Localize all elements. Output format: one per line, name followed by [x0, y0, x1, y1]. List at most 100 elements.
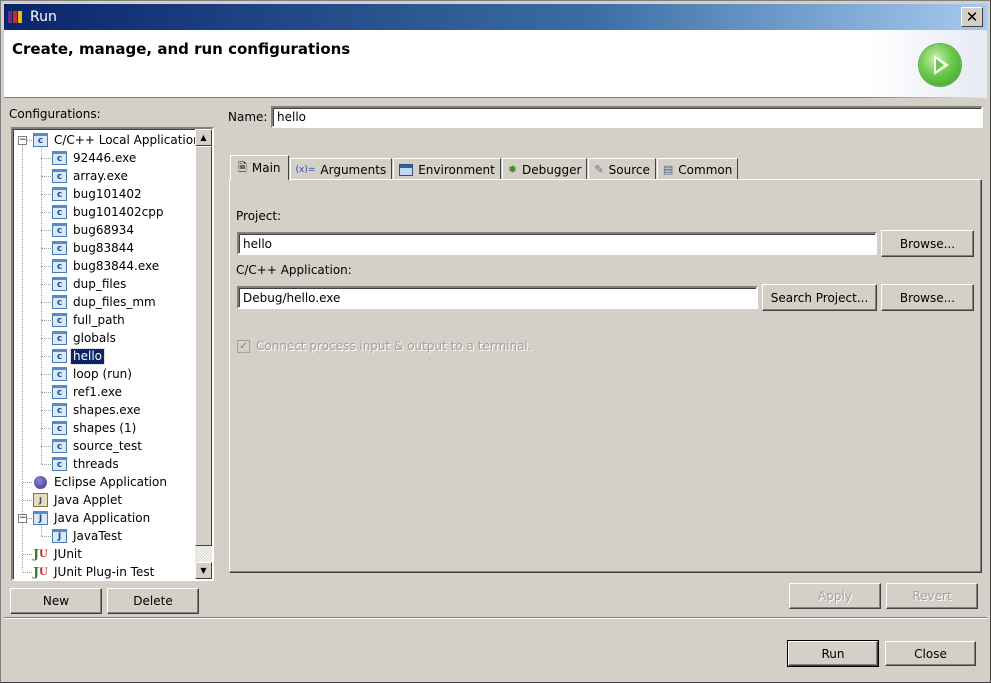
tree-item[interactable]: c source_test [52, 437, 144, 455]
tab-arguments[interactable]: (x)= Arguments [289, 158, 393, 180]
footer-separator [4, 617, 987, 619]
tree-item[interactable]: c bug101402cpp [52, 203, 165, 221]
tree-item-label: loop (run) [73, 366, 132, 381]
tab-main[interactable]: 🗎 Main [230, 155, 289, 180]
tree-item[interactable]: c hello [52, 347, 105, 365]
c-config-icon: c [52, 385, 67, 399]
tree-category[interactable]: J Java Applet [33, 491, 124, 509]
tree-category[interactable]: J Java Application [33, 509, 152, 527]
scroll-up-button[interactable]: ▲ [195, 129, 212, 146]
tree-item-label: bug83844.exe [73, 258, 160, 273]
tree-item[interactable]: c dup_files [52, 275, 128, 293]
tree-item-label: bug101402 [73, 186, 142, 201]
tree-item[interactable]: c dup_files_mm [52, 293, 158, 311]
tree-item-label: bug83844 [73, 240, 135, 255]
tree-item-label: Java Application [54, 510, 151, 525]
tree-item-label: dup_files_mm [73, 294, 156, 309]
close-button[interactable]: Close [885, 641, 976, 666]
tree-item-label: array.exe [73, 168, 128, 183]
tree-item[interactable]: c shapes.exe [52, 401, 143, 419]
tree-item-label: hello [70, 347, 105, 365]
tree-item-label: Java Applet [54, 492, 123, 507]
collapse-toggle-icon[interactable]: − [18, 514, 27, 523]
c-config-icon: c [52, 223, 67, 237]
name-input[interactable]: hello [271, 106, 983, 128]
tree-item[interactable]: c globals [52, 329, 118, 347]
search-project-button[interactable]: Search Project... [762, 284, 877, 311]
java-app-icon: J [33, 511, 48, 525]
source-icon: ✎ [594, 163, 604, 176]
scroll-down-button[interactable]: ▼ [195, 562, 212, 579]
c-config-icon: c [52, 241, 67, 255]
tree-category[interactable]: J U JUnit Plug-in Test [33, 563, 156, 580]
arrow-down-icon: ▼ [200, 566, 207, 575]
collapse-toggle-icon[interactable]: − [18, 136, 27, 145]
tree-item[interactable]: c loop (run) [52, 365, 134, 383]
tree-item-label: ref1.exe [73, 384, 123, 399]
c-config-icon: c [52, 313, 67, 327]
project-input[interactable]: hello [237, 232, 877, 255]
tree-item-label: dup_files [73, 276, 127, 291]
application-browse-button[interactable]: Browse... [881, 284, 974, 311]
delete-button[interactable]: Delete [107, 588, 199, 614]
tree-category[interactable]: c C/C++ Local Application [33, 131, 203, 149]
c-config-icon: c [52, 367, 67, 381]
window-title: Run [30, 9, 57, 25]
tree-item-label: bug101402cpp [73, 204, 164, 219]
tree-item-label: bug68934 [73, 222, 135, 237]
title-bar[interactable]: Run ✕ [4, 4, 987, 30]
c-config-icon: c [52, 403, 67, 417]
tree-item-label: JavaTest [73, 528, 122, 543]
tree-item[interactable]: c shapes (1) [52, 419, 138, 437]
tree-item-label: JUnit Plug-in Test [54, 564, 155, 579]
page-icon: 🗎 [238, 160, 247, 174]
tree-item[interactable]: c full_path [52, 311, 127, 329]
java-config-icon: J [52, 529, 67, 543]
tab-debugger[interactable]: ✹ Debugger [501, 158, 588, 180]
tree-item[interactable]: c array.exe [52, 167, 130, 185]
run-button[interactable]: Run [787, 640, 879, 667]
c-config-icon: c [52, 205, 67, 219]
tree-scrollbar[interactable]: ▲ ▼ [195, 129, 212, 579]
project-label: Project: [236, 209, 282, 223]
tree-item[interactable]: c bug83844 [52, 239, 136, 257]
tree-item[interactable]: c bug68934 [52, 221, 136, 239]
configurations-label: Configurations: [9, 107, 101, 121]
tree-item[interactable]: c ref1.exe [52, 383, 124, 401]
arrow-up-icon: ▲ [200, 133, 207, 142]
tree-item[interactable]: c bug101402 [52, 185, 144, 203]
configurations-tree[interactable]: c C/C++ Local Application − c 92446.exe c arra… [11, 127, 214, 581]
tree-item[interactable]: c bug83844.exe [52, 257, 161, 275]
c-config-icon: c [52, 151, 67, 165]
application-input[interactable]: Debug/hello.exe [237, 286, 758, 309]
tree-item[interactable]: c threads [52, 455, 121, 473]
c-config-icon: c [52, 439, 67, 453]
new-button-label: New [42, 594, 70, 608]
close-icon: ✕ [965, 7, 979, 26]
close-window-button[interactable]: ✕ [961, 7, 983, 27]
tab-bar: 🗎 Main (x)= Arguments Environment ✹ Debu… [230, 155, 739, 180]
c-config-icon: c [52, 295, 67, 309]
tree-item[interactable]: J JavaTest [52, 527, 124, 545]
apply-button[interactable]: Apply [789, 583, 881, 609]
eclipse-window-icon [8, 9, 24, 25]
tab-common[interactable]: ▤ Common [656, 158, 739, 180]
revert-button[interactable]: Revert [886, 583, 978, 609]
tree-category[interactable]: Eclipse Application [33, 473, 169, 491]
tab-source[interactable]: ✎ Source [588, 158, 656, 180]
tree-item-label: shapes (1) [73, 420, 137, 435]
c-config-icon: c [52, 331, 67, 345]
project-browse-button[interactable]: Browse... [881, 230, 974, 257]
tab-environment[interactable]: Environment [393, 158, 501, 180]
banner-heading: Create, manage, and run configurations [12, 40, 351, 58]
scroll-thumb[interactable] [195, 146, 212, 546]
tree-category[interactable]: J U JUnit [33, 545, 84, 563]
c-config-icon: c [52, 349, 67, 363]
name-label: Name: [228, 110, 268, 124]
c-config-icon: c [52, 277, 67, 291]
run-play-icon [919, 44, 961, 86]
terminal-checkbox[interactable]: ✓ [237, 339, 250, 353]
tree-item[interactable]: c 92446.exe [52, 149, 138, 167]
tree-item-label: source_test [73, 438, 142, 453]
new-button[interactable]: New [10, 588, 102, 614]
